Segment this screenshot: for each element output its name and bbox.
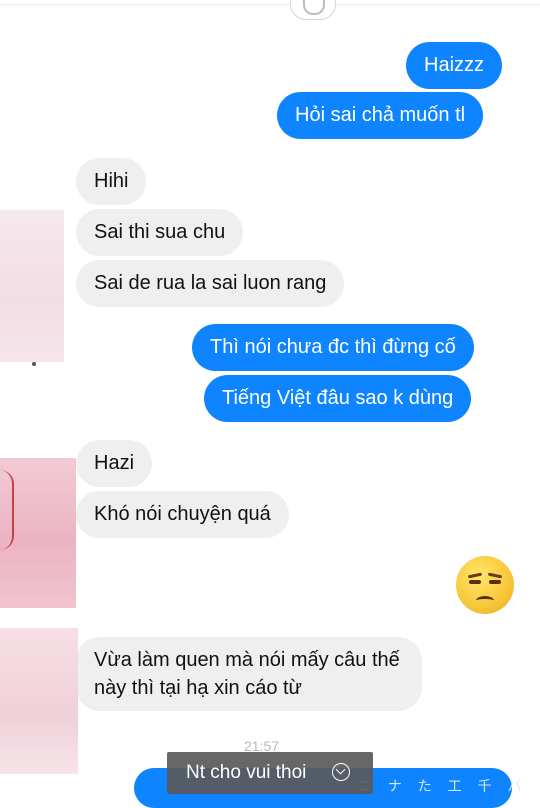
message-bubble-outgoing[interactable]: Haizzz	[406, 42, 503, 89]
divider	[0, 4, 540, 5]
avatar[interactable]	[0, 210, 64, 362]
message-bubble-incoming[interactable]: Hazi	[76, 440, 153, 487]
message-bubble-outgoing[interactable]: Tiếng Việt đâu sao k dùng	[204, 375, 472, 422]
avatar-edge	[0, 470, 14, 550]
chat-thread: Haizzz Hỏi sai chả muốn tl Hihi Sai thi …	[0, 0, 540, 808]
chevron-down-circle-icon[interactable]	[332, 763, 350, 781]
read-receipt-dot	[32, 362, 36, 366]
avatar[interactable]	[0, 628, 78, 774]
message-bubble-incoming[interactable]: Sai thi sua chu	[76, 209, 244, 256]
message-bubble-incoming[interactable]: Sai de rua la sai luon rang	[76, 260, 345, 307]
message-bubble-incoming[interactable]: Vừa làm quen mà nói mấy câu thế này thì …	[76, 637, 422, 711]
caption-text: Nt cho vui thoi	[186, 762, 307, 783]
message-bubble-outgoing[interactable]: Thì nói chưa đc thì đừng cố	[192, 324, 474, 371]
message-bubble-outgoing[interactable]: Hỏi sai chả muốn tl	[277, 92, 484, 139]
message-bubble-incoming[interactable]: Hihi	[76, 158, 147, 205]
emoji-picker-icon[interactable]	[290, 0, 336, 20]
caption-overlay[interactable]: Nt cho vui thoi	[167, 752, 373, 794]
partial-message-text: ニ ナ た 工 千 バ	[358, 778, 528, 794]
message-bubble-incoming[interactable]: Khó nói chuyện quá	[76, 491, 289, 538]
unamused-face-icon[interactable]	[456, 556, 514, 614]
